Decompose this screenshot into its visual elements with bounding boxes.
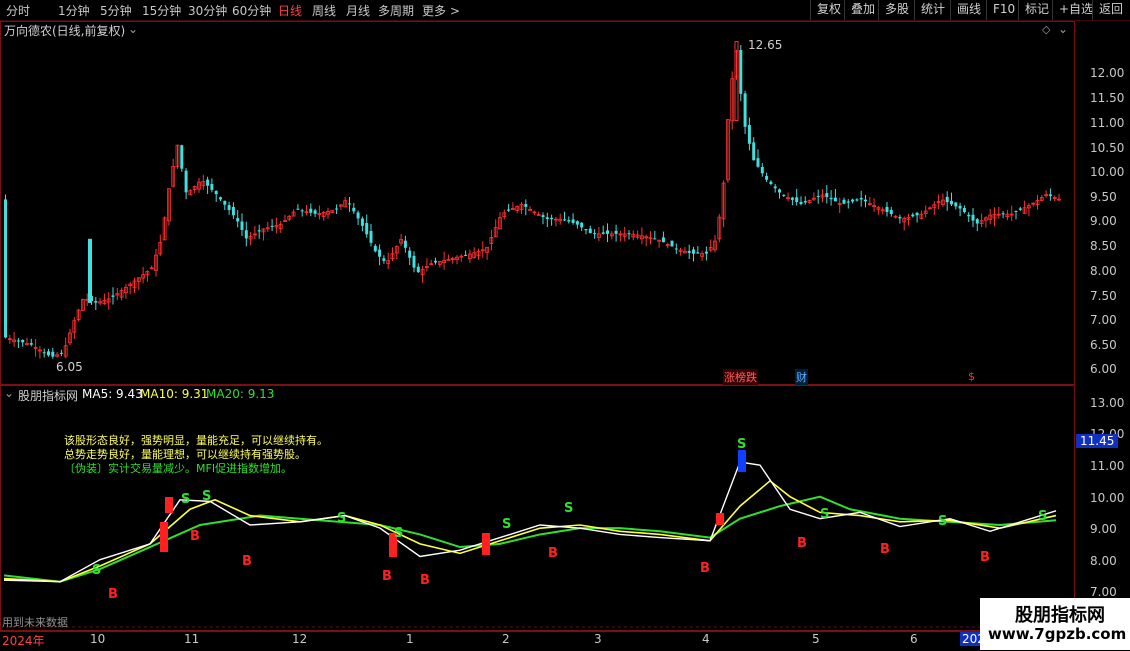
buy-signal-marker: B (797, 536, 807, 551)
buy-signal-marker: B (548, 546, 558, 561)
indicator-tick: 13.00 (1090, 396, 1125, 410)
indicator-chart: BBBB BBBB BBSS SSSSSSS S S (0, 437, 1075, 628)
sell-signal-marker: S (938, 514, 947, 529)
watermark-url: www.7gpzb.com (988, 625, 1127, 643)
date-label: 5 (812, 632, 820, 646)
price-tick: 11.00 (1090, 116, 1125, 130)
site-watermark: 股朋指标网 www.7gpzb.com (980, 598, 1130, 650)
price-tick: 10.00 (1090, 165, 1125, 179)
date-label: 4 (702, 632, 710, 646)
buy-signal-marker: B (108, 587, 118, 602)
date-label: 1 (406, 632, 414, 646)
date-label: 11 (184, 632, 200, 646)
sell-signal-marker: S (394, 526, 403, 541)
buy-signal-marker: B (382, 569, 392, 584)
date-label: 2 (502, 632, 510, 646)
sell-signal-marker: S (181, 492, 190, 507)
sell-signal-marker: S (92, 563, 101, 578)
indicator-tick: 11.00 (1090, 459, 1125, 473)
buy-signal-marker: B (880, 542, 890, 557)
price-tick: 10.50 (1090, 141, 1125, 155)
price-tick: 9.00 (1090, 214, 1117, 228)
watermark-title: 股朋指标网 (1015, 605, 1105, 626)
sell-signal-marker: S (564, 501, 573, 516)
buy-signal-marker: B (190, 529, 200, 544)
date-label: 10 (90, 632, 106, 646)
price-tick: 12.00 (1090, 66, 1125, 80)
indicator-tick: 9.00 (1090, 522, 1117, 536)
price-tick: 8.50 (1090, 239, 1117, 253)
date-label: 3 (594, 632, 602, 646)
price-tick: 6.50 (1090, 338, 1117, 352)
sell-signal-marker: S (1038, 509, 1047, 524)
buy-signal-marker: B (700, 561, 710, 576)
sell-signal-marker: S (202, 489, 211, 504)
price-tick: 7.50 (1090, 289, 1117, 303)
signal-bar (738, 450, 746, 472)
sell-signal-marker: S (737, 437, 746, 452)
indicator-tick: 7.00 (1090, 585, 1117, 599)
current-value-badge: 11.45 (1076, 434, 1119, 448)
sell-signal-marker: S (820, 507, 829, 522)
price-tick: 7.00 (1090, 313, 1117, 327)
sell-signal-marker: S (502, 517, 511, 532)
price-tick: 6.00 (1090, 362, 1117, 376)
indicator-tick: 10.00 (1090, 491, 1125, 505)
date-label: 2024年 (2, 634, 45, 648)
buy-signal-marker: B (420, 573, 430, 588)
price-tick: 9.50 (1090, 190, 1117, 204)
signal-bar (165, 497, 173, 513)
back-button[interactable]: 返回 (1092, 0, 1129, 20)
price-tick: 11.50 (1090, 91, 1125, 105)
price-tick: 8.00 (1090, 264, 1117, 278)
buy-signal-marker: B (242, 554, 252, 569)
signal-bar (482, 533, 490, 555)
date-label: 12 (292, 632, 308, 646)
date-label: 6 (910, 632, 918, 646)
future-data-note: 用到未来数据 (2, 616, 68, 629)
indicator-tick: 8.00 (1090, 554, 1117, 568)
sell-signal-marker: S (337, 511, 346, 526)
signal-bar (716, 513, 724, 525)
buy-signal-marker: B (980, 550, 990, 565)
signal-bar (160, 522, 168, 552)
